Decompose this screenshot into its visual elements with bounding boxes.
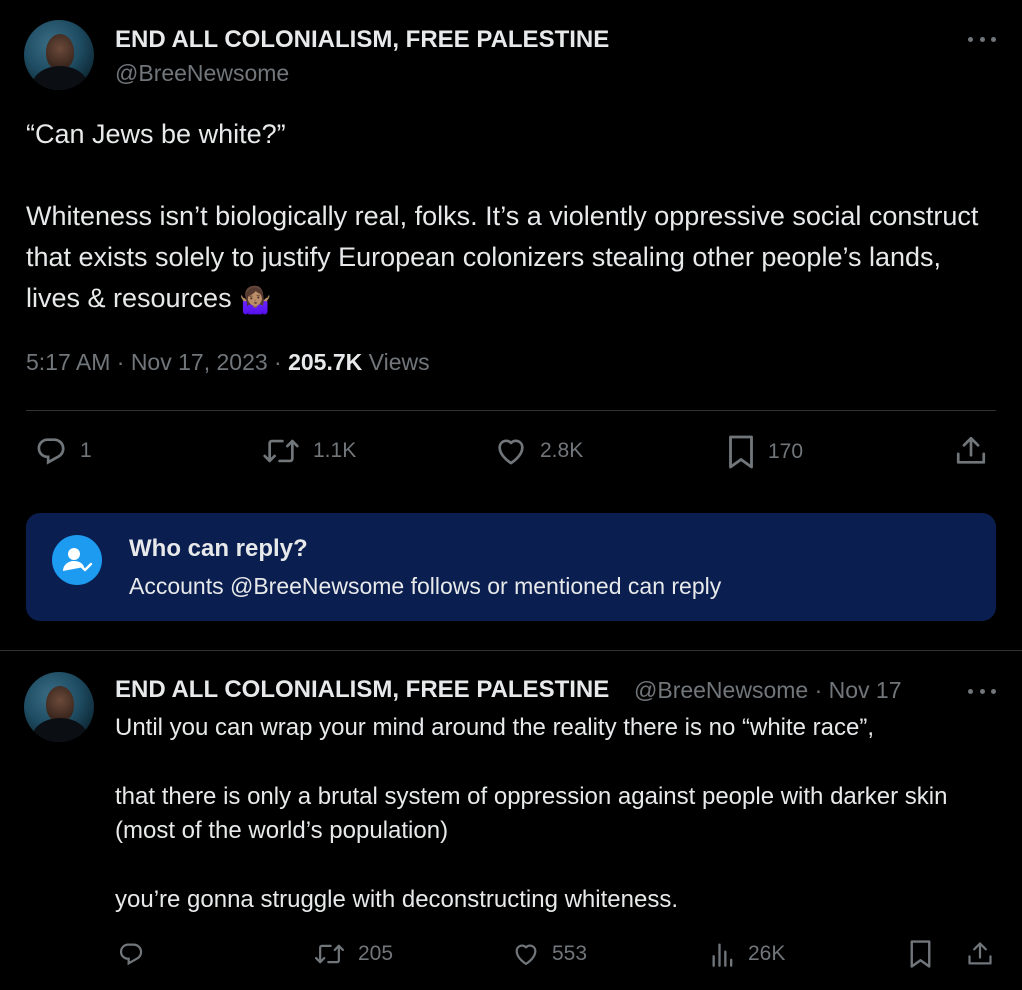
reply-icon (119, 943, 143, 966)
analytics-icon (712, 943, 733, 967)
user-check-icon (52, 535, 102, 585)
reply-text: Until you can wrap your mind around the … (115, 711, 995, 917)
avatar-body (32, 718, 88, 742)
reply-para-3: you’re gonna struggle with deconstructin… (115, 886, 678, 913)
reply-views-count: 26K (748, 942, 786, 965)
tweet-body-text: Whiteness isn’t biologically real, folks… (26, 201, 986, 313)
repost-icon (314, 944, 345, 964)
thread-divider (0, 650, 1022, 651)
author-handle[interactable]: @BreeNewsome (115, 60, 289, 87)
shrug-emoji-icon: 🤷🏽‍♀️ (239, 285, 272, 315)
avatar-face (46, 34, 74, 70)
tweet-line-quote: “Can Jews be white?” (26, 119, 286, 149)
reply-gap (115, 848, 995, 883)
heart-icon (515, 944, 537, 966)
repost-button[interactable]: 1.1K (261, 434, 356, 468)
reply-handle-date[interactable]: @BreeNewsome · Nov 17 (634, 677, 902, 704)
tweet-meta: 5:17 AM · Nov 17, 2023 · 205.7K Views (26, 349, 430, 376)
tweet-line-body: Whiteness isn’t biologically real, folks… (26, 196, 996, 321)
reply-repost-button[interactable]: 205 (313, 940, 393, 968)
avatar-face (46, 686, 74, 722)
reply-author-avatar[interactable] (24, 672, 94, 742)
who-can-reply-subtitle: Accounts @BreeNewsome follows or mention… (129, 573, 722, 599)
bookmark-icon (910, 940, 931, 968)
divider (26, 410, 996, 411)
tweet-text: “Can Jews be white?” Whiteness isn’t bio… (26, 114, 996, 321)
heart-icon (498, 439, 524, 465)
views-count: 205.7K (288, 349, 363, 375)
avatar-body (32, 66, 88, 90)
repost-count: 1.1K (313, 439, 357, 462)
share-icon (968, 942, 992, 965)
reply-more-options-icon[interactable] (968, 686, 996, 696)
reply-icon (37, 438, 65, 465)
reply-button[interactable]: 1 (34, 434, 92, 468)
reply-count: 1 (80, 439, 92, 462)
reply-reply-button[interactable] (117, 940, 145, 968)
reply-like-count: 553 (552, 942, 588, 965)
share-icon (956, 436, 986, 464)
reply-views-button[interactable]: 26K (710, 940, 785, 968)
repost-icon (263, 439, 299, 463)
reply-author-name[interactable]: END ALL COLONIALISM, FREE PALESTINE (115, 676, 609, 704)
reply-para-2: that there is only a brutal system of op… (115, 783, 948, 844)
reply-like-button[interactable]: 553 (512, 940, 587, 968)
who-can-reply-title: Who can reply? (129, 535, 308, 562)
bookmark-count: 170 (768, 440, 804, 463)
reply-para-1: Until you can wrap your mind around the … (115, 714, 875, 741)
reply-share-button[interactable] (966, 940, 994, 968)
author-name[interactable]: END ALL COLONIALISM, FREE PALESTINE (115, 26, 609, 54)
reply-repost-count: 205 (358, 942, 394, 965)
who-can-reply-banner: Who can reply? Accounts @BreeNewsome fol… (26, 513, 996, 621)
bookmark-icon (729, 435, 753, 469)
bookmark-button[interactable]: 170 (726, 434, 803, 470)
reply-bookmark-button[interactable] (908, 939, 933, 969)
like-button[interactable]: 2.8K (494, 434, 583, 468)
reply-gap (115, 745, 995, 780)
share-button[interactable] (954, 434, 988, 468)
author-avatar[interactable] (24, 20, 94, 90)
tweet-timestamp[interactable]: 5:17 AM · Nov 17, 2023 · (26, 349, 288, 375)
tweet-line-spacer (26, 155, 996, 196)
like-count: 2.8K (540, 439, 584, 462)
more-options-icon[interactable] (968, 34, 996, 44)
views-label: Views (362, 349, 430, 375)
